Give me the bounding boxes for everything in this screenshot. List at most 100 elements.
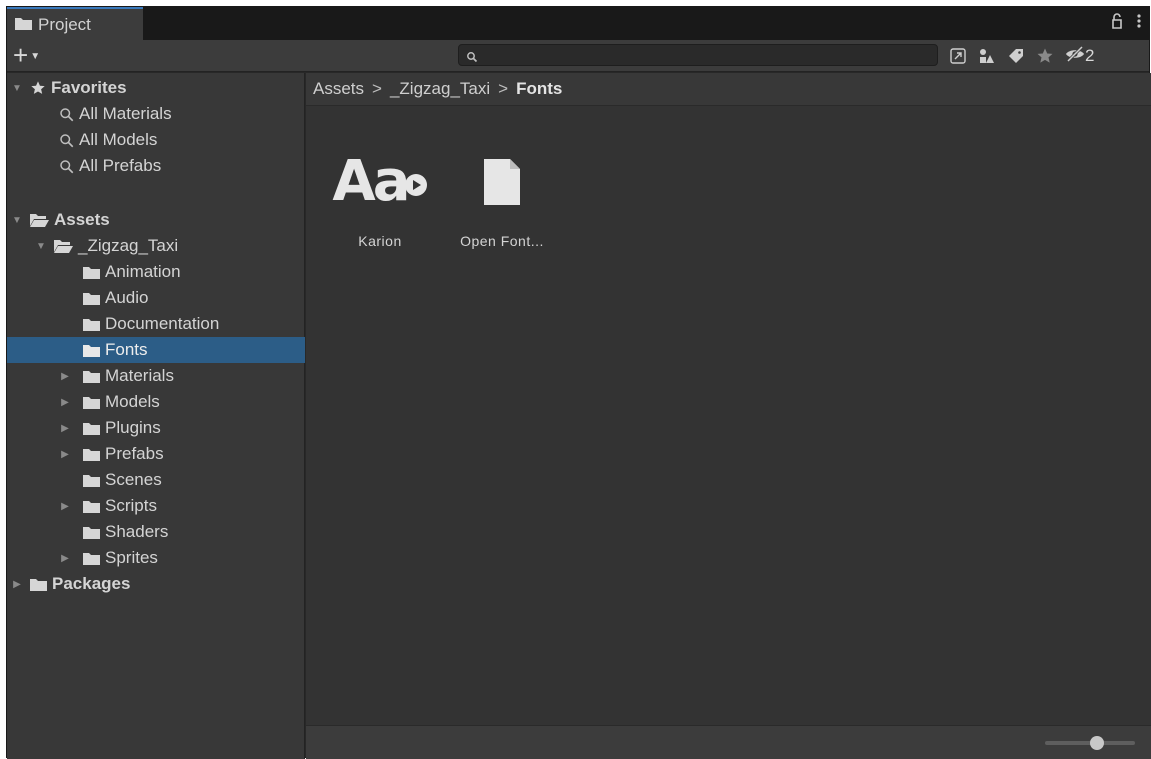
- tree-item-zigzag-taxi[interactable]: ▼ _Zigzag_Taxi: [7, 233, 305, 259]
- breadcrumb-separator: >: [498, 79, 509, 98]
- folder-icon: [83, 370, 100, 383]
- tab-project[interactable]: Project: [7, 7, 143, 40]
- search-input[interactable]: [458, 44, 938, 66]
- tree-item-fonts[interactable]: Fonts: [7, 337, 305, 363]
- search-icon: [466, 48, 480, 63]
- tree-item-plugins[interactable]: ▶ Plugins: [7, 415, 305, 441]
- tree-item-scripts[interactable]: ▶ Scripts: [7, 493, 305, 519]
- tree-item-favorites[interactable]: ▼ Favorites: [7, 75, 305, 101]
- hidden-packages-toggle[interactable]: 2: [1065, 45, 1094, 67]
- tree-item-label: Favorites: [51, 78, 127, 97]
- folder-icon: [83, 344, 100, 357]
- folder-icon: [83, 318, 100, 331]
- expand-arrow-icon[interactable]: ▶: [59, 423, 71, 434]
- folder-icon: [83, 526, 100, 539]
- document-icon: [484, 147, 520, 217]
- tree-item-label: All Materials: [79, 104, 172, 123]
- tree-item-label: Scripts: [105, 496, 157, 515]
- tree-item-materials[interactable]: ▶ Materials: [7, 363, 305, 389]
- slider-knob[interactable]: [1090, 736, 1104, 750]
- project-window: Project + ▼ 2 ▼ Favorites All Materials …: [6, 6, 1151, 759]
- asset-item-open-font[interactable]: Open Font...: [454, 147, 550, 249]
- tree-item-label: Assets: [54, 210, 110, 229]
- folder-icon: [83, 292, 100, 305]
- tree-item-all-models[interactable]: All Models: [7, 127, 305, 153]
- expand-arrow-icon[interactable]: ▶: [11, 579, 23, 590]
- folder-icon: [83, 500, 100, 513]
- folder-open-icon: [54, 239, 73, 253]
- chevron-down-icon: ▼: [30, 50, 41, 62]
- search-icon: [59, 159, 74, 174]
- tree-item-label: Fonts: [105, 340, 148, 359]
- tree-item-assets[interactable]: ▼ Assets: [7, 207, 305, 233]
- asset-name: Open Font...: [460, 233, 544, 249]
- search-by-type-icon[interactable]: [943, 44, 972, 68]
- tab-controls: [1111, 13, 1141, 34]
- tree-item-label: Sprites: [105, 548, 158, 567]
- tree-item-packages[interactable]: ▶ Packages: [7, 571, 305, 597]
- tree-item-models[interactable]: ▶ Models: [7, 389, 305, 415]
- expand-arrow-icon[interactable]: ▶: [59, 553, 71, 564]
- tree-item-label: Documentation: [105, 314, 220, 333]
- tree-item-animation[interactable]: Animation: [7, 259, 305, 285]
- tab-label: Project: [38, 14, 91, 34]
- folder-icon: [83, 474, 100, 487]
- breadcrumb-separator: >: [372, 79, 382, 98]
- tree-item-all-prefabs[interactable]: All Prefabs: [7, 153, 305, 179]
- plus-icon: +: [13, 40, 29, 70]
- play-badge-icon: [404, 174, 427, 196]
- folder-icon: [83, 266, 100, 279]
- lock-icon[interactable]: [1111, 13, 1123, 34]
- breadcrumb-fonts[interactable]: Fonts: [516, 79, 562, 99]
- status-bar: [306, 725, 1151, 759]
- expand-arrow-icon[interactable]: ▶: [59, 397, 71, 408]
- font-thumb-text: Aa: [332, 149, 410, 214]
- folder-icon: [83, 422, 100, 435]
- toolbar-filters: 2: [943, 44, 1094, 68]
- tree-item-sprites[interactable]: ▶ Sprites: [7, 545, 305, 571]
- expand-arrow-icon[interactable]: ▼: [35, 241, 47, 252]
- folder-icon: [15, 15, 32, 35]
- filter-by-type-icon[interactable]: [972, 44, 1001, 68]
- expand-arrow-icon[interactable]: ▶: [59, 449, 71, 460]
- asset-item-karion[interactable]: Aa Karion: [332, 147, 428, 249]
- expand-arrow-icon[interactable]: ▼: [11, 83, 23, 94]
- breadcrumb-zigzag-taxi[interactable]: _Zigzag_Taxi: [390, 79, 490, 99]
- asset-browser: Assets > _Zigzag_Taxi > Fonts Aa Karion …: [306, 73, 1151, 759]
- favorites-star-icon[interactable]: [1030, 44, 1059, 68]
- tree-item-all-materials[interactable]: All Materials: [7, 101, 305, 127]
- expand-arrow-icon[interactable]: ▼: [11, 215, 23, 226]
- folder-open-icon: [30, 213, 49, 227]
- tree-item-label: Materials: [105, 366, 174, 385]
- folder-tree: ▼ Favorites All Materials All Models All…: [7, 73, 305, 759]
- create-button[interactable]: + ▼: [13, 42, 40, 68]
- tree-item-label: All Models: [79, 130, 158, 149]
- filter-by-label-icon[interactable]: [1001, 44, 1030, 68]
- expand-arrow-icon[interactable]: ▶: [59, 371, 71, 382]
- tree-item-prefabs[interactable]: ▶ Prefabs: [7, 441, 305, 467]
- asset-grid: Aa Karion Open Font...: [306, 107, 1151, 725]
- tree-item-label: Shaders: [105, 522, 169, 541]
- folder-icon: [30, 578, 47, 591]
- search-icon: [59, 107, 74, 122]
- tab-bar: Project: [7, 7, 1149, 40]
- kebab-menu-icon[interactable]: [1137, 13, 1141, 34]
- tree-item-audio[interactable]: Audio: [7, 285, 305, 311]
- tree-item-label: Prefabs: [105, 444, 164, 463]
- icon-size-slider[interactable]: [1045, 736, 1135, 750]
- tree-item-label: Packages: [52, 574, 131, 593]
- tree-item-documentation[interactable]: Documentation: [7, 311, 305, 337]
- tree-item-label: Animation: [105, 262, 181, 281]
- star-icon: [30, 80, 46, 96]
- font-asset-icon: Aa: [332, 147, 427, 217]
- tree-item-label: Audio: [105, 288, 149, 307]
- eye-slash-icon: [1065, 45, 1085, 67]
- asset-name: Karion: [358, 233, 402, 249]
- tree-item-shaders[interactable]: Shaders: [7, 519, 305, 545]
- breadcrumb-assets[interactable]: Assets: [313, 79, 364, 99]
- expand-arrow-icon[interactable]: ▶: [59, 501, 71, 512]
- tree-item-label: _Zigzag_Taxi: [78, 236, 179, 255]
- tree-item-scenes[interactable]: Scenes: [7, 467, 305, 493]
- tree-item-label: All Prefabs: [79, 156, 162, 175]
- folder-icon: [83, 448, 100, 461]
